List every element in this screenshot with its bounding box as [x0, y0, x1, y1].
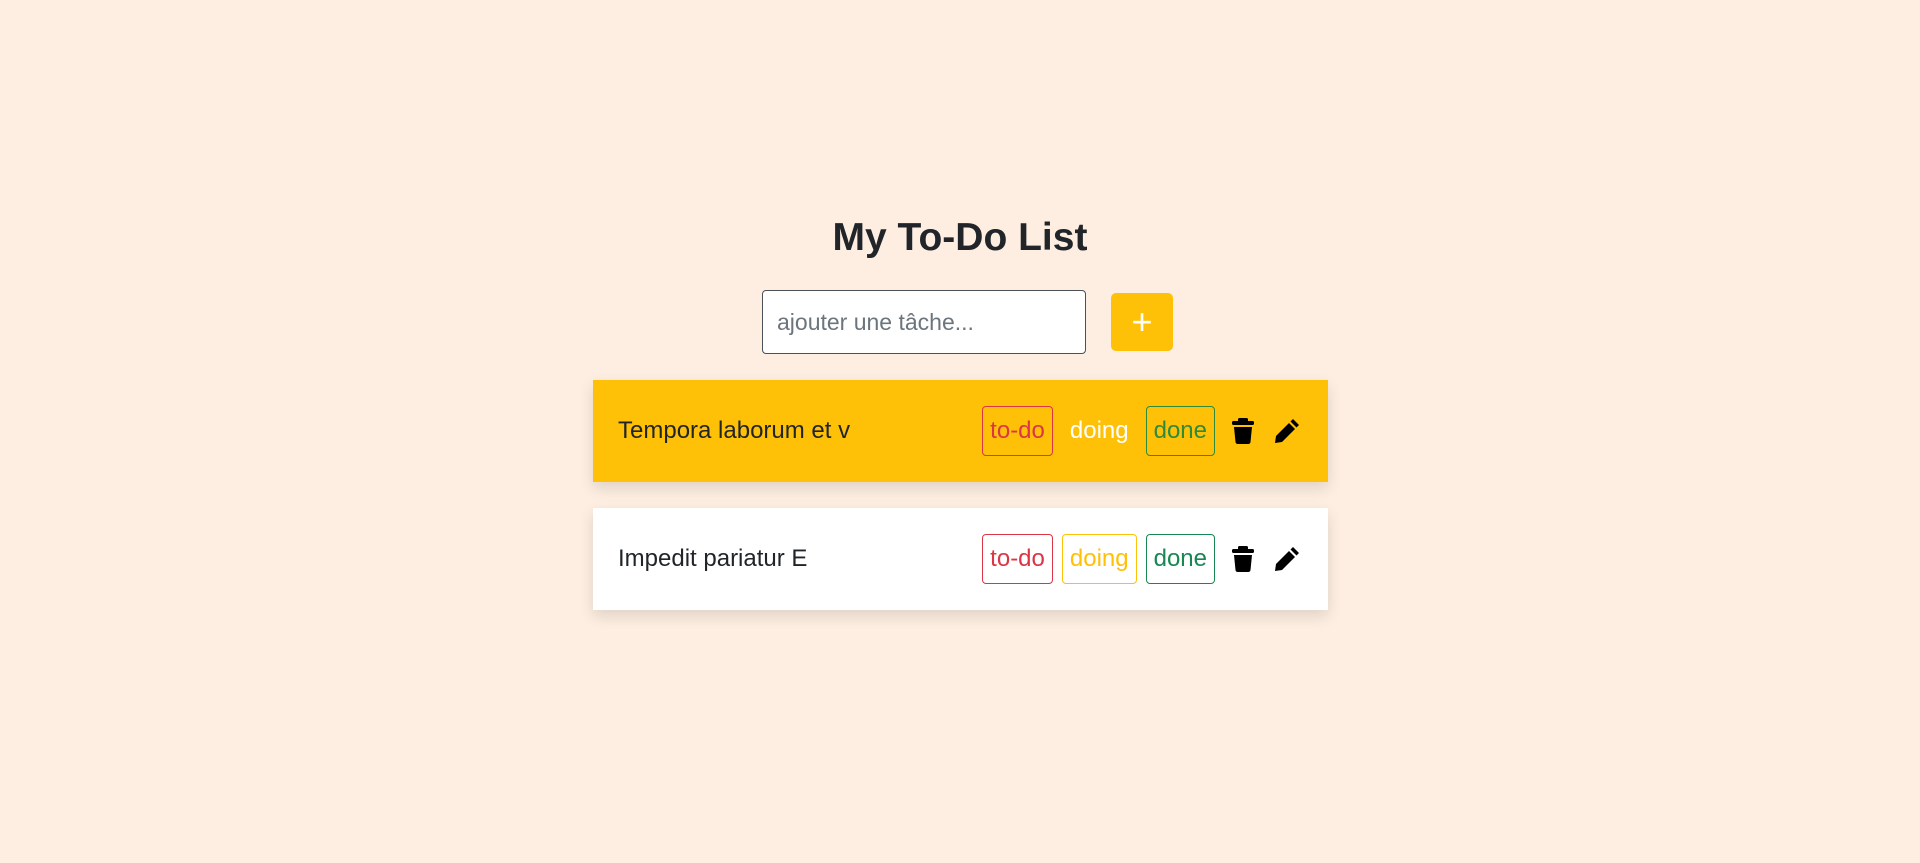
- add-task-button[interactable]: +: [1111, 293, 1173, 351]
- page-title: My To-Do List: [832, 216, 1088, 259]
- list-item: Tempora laborum et v to-do doing done: [593, 380, 1328, 482]
- done-button[interactable]: done: [1145, 406, 1215, 456]
- app-root: My To-Do List + Tempora laborum et v to-…: [0, 0, 1920, 863]
- todo-button[interactable]: to-do: [982, 406, 1053, 456]
- doing-button[interactable]: doing: [1062, 406, 1137, 456]
- task-text: Impedit pariatur E: [618, 545, 808, 572]
- list-item: Impedit pariatur E to-do doing done: [593, 508, 1328, 610]
- task-text: Tempora laborum et v: [618, 417, 851, 444]
- todo-button[interactable]: to-do: [982, 534, 1053, 584]
- add-task-form: +: [762, 290, 1173, 354]
- doing-button[interactable]: doing: [1061, 534, 1137, 584]
- pencil-icon[interactable]: [1271, 543, 1303, 575]
- done-button[interactable]: done: [1145, 534, 1215, 584]
- task-list: Tempora laborum et v to-do doing done Im…: [593, 380, 1328, 636]
- trash-icon[interactable]: [1227, 415, 1259, 447]
- trash-icon[interactable]: [1227, 543, 1259, 575]
- task-input[interactable]: [762, 290, 1086, 354]
- pencil-icon[interactable]: [1271, 415, 1303, 447]
